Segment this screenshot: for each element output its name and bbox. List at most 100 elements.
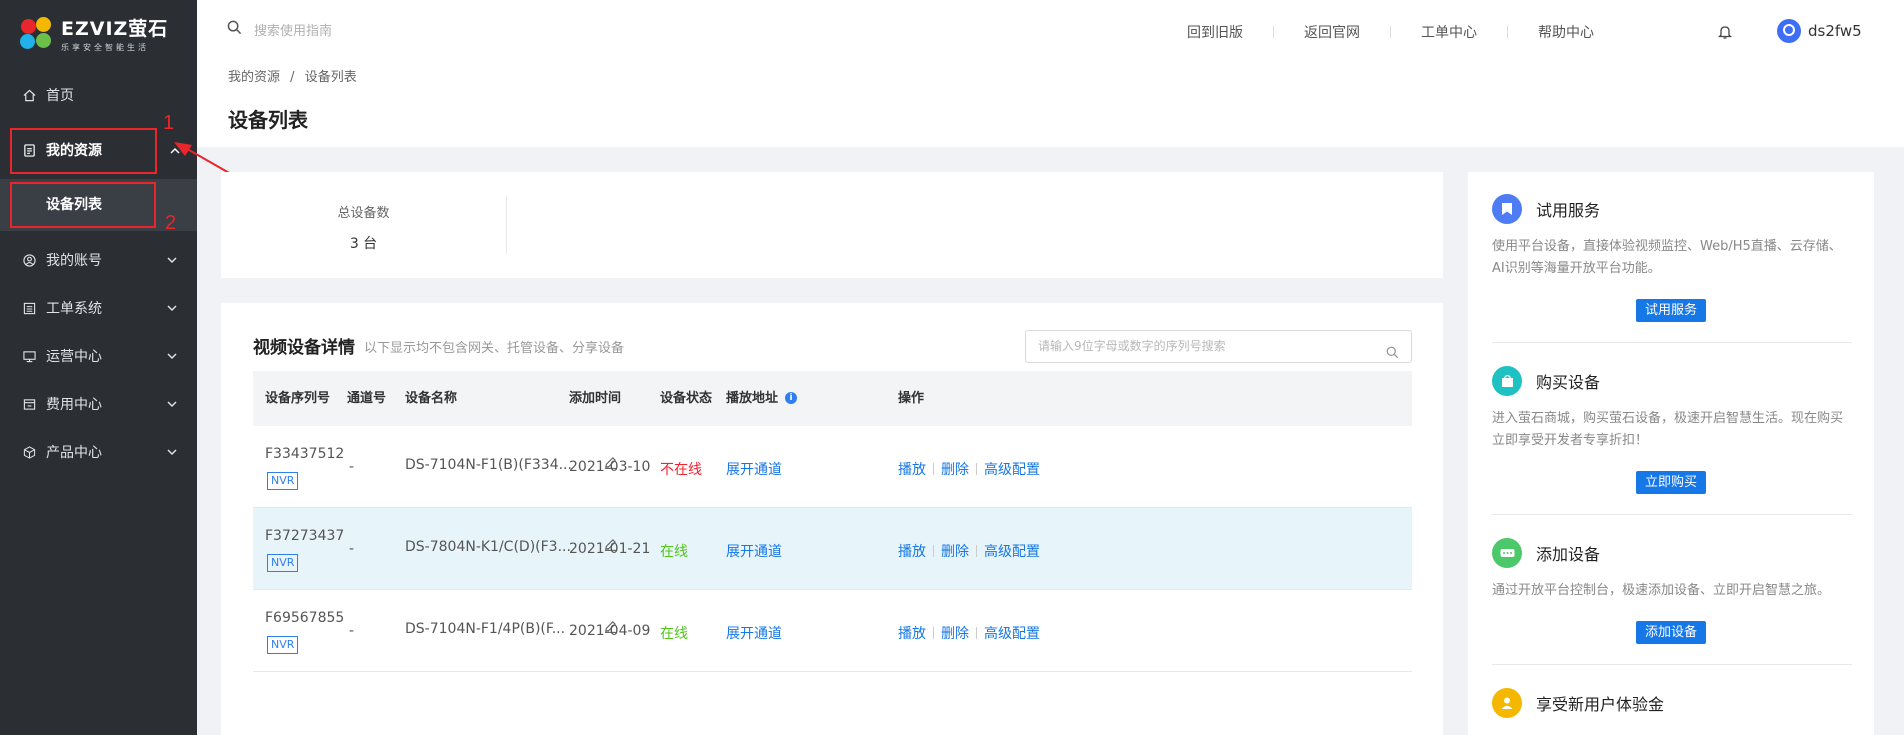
device-serial: F33437512 [265,446,345,462]
breadcrumb-root[interactable]: 我的资源 [228,70,280,85]
guide-search-placeholder: 搜索使用指南 [254,24,333,39]
service-add-device: 添加设备 通过开放平台控制台，极速添加设备、立即开启智慧之旅。 [1492,538,1852,602]
column-header: 添加时间 [569,391,622,406]
breadcrumb-separator: / [290,70,295,85]
top-links: 回到旧版 返回官网 工单中心 帮助中心 [1187,22,1594,42]
device-name: DS-7104N-F1/4P(B)(F... [405,621,566,637]
link-official-site[interactable]: 返回官网 [1304,22,1360,42]
divider [933,545,934,557]
device-serial: F69567855 [265,610,345,626]
sidebar-item-label: 费用中心 [46,397,102,413]
advanced-config-link[interactable]: 高级配置 [984,544,1040,560]
chevron-down-icon [165,349,179,363]
logo-name: EZVIZ萤石 [61,18,169,40]
added-date: 2021-01-21 [569,541,651,557]
delete-link[interactable]: 删除 [941,626,969,642]
breadcrumb-current: 设备列表 [304,70,357,85]
service-description: 通过开放平台控制台，极速添加设备、立即开启智慧之旅。 [1492,583,1831,598]
sidebar-item-billing[interactable]: 费用中心 [0,384,197,424]
info-icon[interactable]: i [785,392,797,404]
stat-card: 总设备数 3 台 [221,172,1443,278]
delete-link[interactable]: 删除 [941,462,969,478]
divider [1492,664,1852,665]
expand-channels-link[interactable]: 展开通道 [726,623,782,643]
row-actions: 播放 删除 高级配置 [898,541,1040,561]
sidebar-item-products[interactable]: 产品中心 [0,432,197,472]
status-badge: 不在线 [660,462,702,478]
service-buy: 购买设备 进入萤石商城，购买萤石设备，极速开启智慧生活。现在购买立即享受开发者专… [1492,366,1852,452]
sidebar-item-my-account[interactable]: 我的账号 [0,240,197,280]
play-link[interactable]: 播放 [898,462,926,478]
annotation-box-1 [10,128,157,174]
link-old-version[interactable]: 回到旧版 [1187,22,1243,42]
divider [1390,26,1391,38]
total-devices-value: 3 台 [349,236,378,252]
link-help-center[interactable]: 帮助中心 [1538,22,1594,42]
notification-bell-icon[interactable] [1717,24,1733,44]
expand-channels-link[interactable]: 展开通道 [726,459,782,479]
device-name: DS-7104N-F1(B)(F334... [405,457,572,473]
chevron-down-icon [165,445,179,459]
divider [976,545,977,557]
ezviz-logo-icon [19,16,55,52]
play-link[interactable]: 播放 [898,626,926,642]
billing-icon [22,397,36,411]
search-icon[interactable] [1386,340,1399,371]
divider [506,196,507,254]
logo[interactable]: EZVIZ萤石 乐享安全智能生活 [19,14,168,53]
service-title: 享受新用户体验金 [1536,695,1665,714]
channel-number: - [349,623,355,639]
delete-link[interactable]: 删除 [941,544,969,560]
serial-search-input[interactable]: 请输入9位字母或数字的序列号搜索 [1025,330,1412,363]
user-gift-icon [1492,688,1522,718]
add-device-button[interactable]: 添加设备 [1635,621,1707,644]
sidebar: EZVIZ萤石 乐享安全智能生活 首页 我的资源 设备列表 我的账号 工单系统 … [0,0,197,735]
service-trial: 试用服务 使用平台设备，直接体验视频监控、Web/H5直播、云存储、AI识别等海… [1492,194,1852,280]
advanced-config-link[interactable]: 高级配置 [984,462,1040,478]
guide-search[interactable]: 搜索使用指南 [227,20,332,39]
device-table-card: 视频设备详情 以下显示均不包含网关、托管设备、分享设备 请输入9位字母或数字的序… [221,303,1443,735]
nvr-badge: NVR [267,554,299,572]
breadcrumb: 我的资源 / 设备列表 [228,66,357,85]
expand-channels-link[interactable]: 展开通道 [726,541,782,561]
avatar [1777,19,1801,43]
logo-tagline: 乐享安全智能生活 [61,43,149,52]
divider [1492,342,1852,343]
divider [976,463,977,475]
username: ds2fw5 [1808,22,1862,40]
device-serial: F37273437 [265,528,345,544]
service-description: 进入萤石商城，购买萤石设备，极速开启智慧生活。现在购买立即享受开发者专享折扣！ [1492,411,1844,448]
user-circle-icon [22,253,36,267]
added-date: 2021-04-09 [569,623,651,639]
device-add-icon [1492,538,1522,568]
column-header: 操作 [898,391,925,406]
nvr-badge: NVR [267,636,299,654]
advanced-config-link[interactable]: 高级配置 [984,626,1040,642]
added-date: 2021-03-10 [569,459,651,475]
header: 搜索使用指南 回到旧版 返回官网 工单中心 帮助中心 ds2fw5 我的资源 /… [197,0,1904,147]
trial-service-button[interactable]: 试用服务 [1635,299,1707,322]
link-ticket-center[interactable]: 工单中心 [1421,22,1477,42]
status-badge: 在线 [660,626,688,642]
column-header: 播放地址 [726,391,779,406]
divider [1507,26,1508,38]
chevron-down-icon [165,397,179,411]
divider [976,627,977,639]
list-icon [22,301,36,315]
column-header: 设备状态 [660,391,713,406]
sidebar-item-operations[interactable]: 运营中心 [0,336,197,376]
sidebar-item-home[interactable]: 首页 [0,75,197,115]
serial-search-placeholder: 请输入9位字母或数字的序列号搜索 [1038,339,1226,353]
row-actions: 播放 删除 高级配置 [898,459,1040,479]
device-name: DS-7804N-K1/C(D)(F3... [405,539,571,555]
table-row: F69567855 NVR - DS-7104N-F1/4P(B)(F... 2… [253,590,1412,672]
buy-now-button[interactable]: 立即购买 [1635,471,1707,494]
sidebar-item-ticket-system[interactable]: 工单系统 [0,288,197,328]
divider [933,627,934,639]
sidebar-item-label: 运营中心 [46,349,102,365]
annotation-number-2: 2 [165,212,177,234]
sidebar-item-label: 首页 [46,88,74,104]
sidebar-item-label: 我的账号 [46,253,102,269]
user-menu[interactable]: ds2fw5 [1777,19,1862,43]
play-link[interactable]: 播放 [898,544,926,560]
